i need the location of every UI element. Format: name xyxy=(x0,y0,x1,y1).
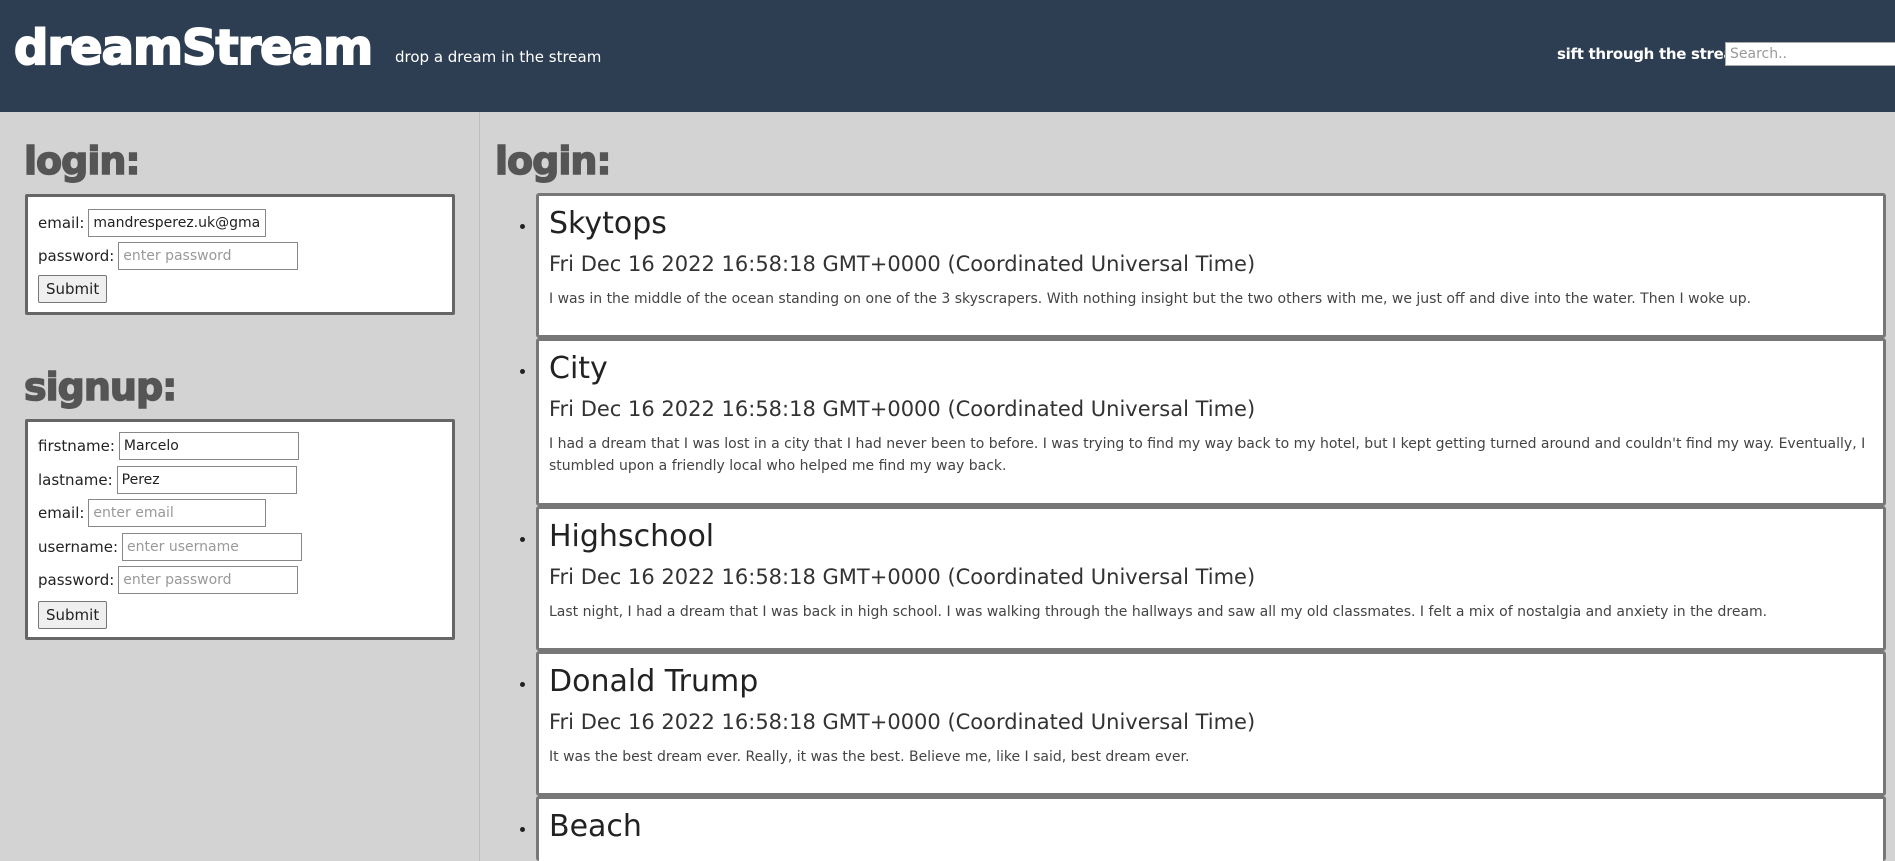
list-bullet-icon xyxy=(520,224,525,229)
signup-firstname-label: firstname: xyxy=(38,437,115,455)
signup-firstname-field[interactable] xyxy=(118,432,299,460)
signup-username-row: username: xyxy=(38,533,303,561)
login-heading: login: xyxy=(23,138,141,184)
dream-card[interactable]: Beach xyxy=(520,796,1886,861)
signup-submit-button[interactable]: Submit xyxy=(38,601,108,629)
dream-card[interactable]: Skytops Fri Dec 16 2022 16:58:18 GMT+000… xyxy=(520,193,1886,338)
signup-heading: signup: xyxy=(23,364,178,410)
dream-date: Fri Dec 16 2022 16:58:18 GMT+0000 (Coord… xyxy=(549,565,1256,589)
signup-username-field[interactable] xyxy=(122,533,303,561)
signup-email-label: email: xyxy=(38,504,85,522)
signup-username-label: username: xyxy=(38,538,119,556)
dream-body: Last night, I had a dream that I was bac… xyxy=(549,604,1768,620)
login-password-row: password: xyxy=(38,242,299,270)
login-email-row: email: xyxy=(38,209,267,237)
column-divider xyxy=(479,112,480,861)
signup-lastname-row: lastname: xyxy=(38,466,297,494)
signup-email-field[interactable] xyxy=(88,499,267,527)
app-logo[interactable]: dreamStream xyxy=(13,18,374,78)
dream-date: Fri Dec 16 2022 16:58:18 GMT+0000 (Coord… xyxy=(549,710,1256,734)
signup-password-field[interactable] xyxy=(118,566,299,594)
dream-body: I had a dream that I was lost in a city … xyxy=(549,436,1866,474)
dream-card[interactable]: Donald Trump Fri Dec 16 2022 16:58:18 GM… xyxy=(520,651,1886,796)
login-email-label: email: xyxy=(38,214,85,232)
signup-password-label: password: xyxy=(38,571,115,589)
signup-email-row: email: xyxy=(38,499,267,527)
list-bullet-icon xyxy=(520,537,525,542)
dream-title: Beach xyxy=(549,809,642,844)
login-form: email: password: Submit xyxy=(25,194,455,315)
dream-card[interactable]: Highschool Fri Dec 16 2022 16:58:18 GMT+… xyxy=(520,506,1886,651)
signup-lastname-label: lastname: xyxy=(38,471,113,489)
login-password-field[interactable] xyxy=(118,242,299,270)
dream-date: Fri Dec 16 2022 16:58:18 GMT+0000 (Coord… xyxy=(549,252,1256,276)
dream-title: Highschool xyxy=(549,519,715,554)
dream-body: It was the best dream ever. Really, it w… xyxy=(549,749,1190,765)
login-submit-button[interactable]: Submit xyxy=(38,275,108,303)
dream-date: Fri Dec 16 2022 16:58:18 GMT+0000 (Coord… xyxy=(549,397,1256,421)
top-navbar: dreamStream drop a dream in the stream s… xyxy=(0,0,1895,112)
list-bullet-icon xyxy=(520,827,525,832)
list-bullet-icon xyxy=(520,682,525,687)
dream-card[interactable]: City Fri Dec 16 2022 16:58:18 GMT+0000 (… xyxy=(520,338,1886,506)
login-email-field[interactable] xyxy=(88,209,267,237)
app-tagline: drop a dream in the stream xyxy=(395,48,602,66)
dream-title: Donald Trump xyxy=(549,664,759,699)
dream-title: City xyxy=(549,351,608,386)
dream-title: Skytops xyxy=(549,206,667,241)
signup-password-row: password: xyxy=(38,566,299,594)
stream-heading: login: xyxy=(494,138,612,184)
dream-body: I was in the middle of the ocean standin… xyxy=(549,291,1752,307)
list-bullet-icon xyxy=(520,369,525,374)
search-input[interactable] xyxy=(1725,42,1895,66)
signup-form: firstname: lastname: email: username: pa… xyxy=(25,419,455,640)
login-password-label: password: xyxy=(38,247,115,265)
signup-lastname-field[interactable] xyxy=(116,466,297,494)
signup-firstname-row: firstname: xyxy=(38,432,299,460)
